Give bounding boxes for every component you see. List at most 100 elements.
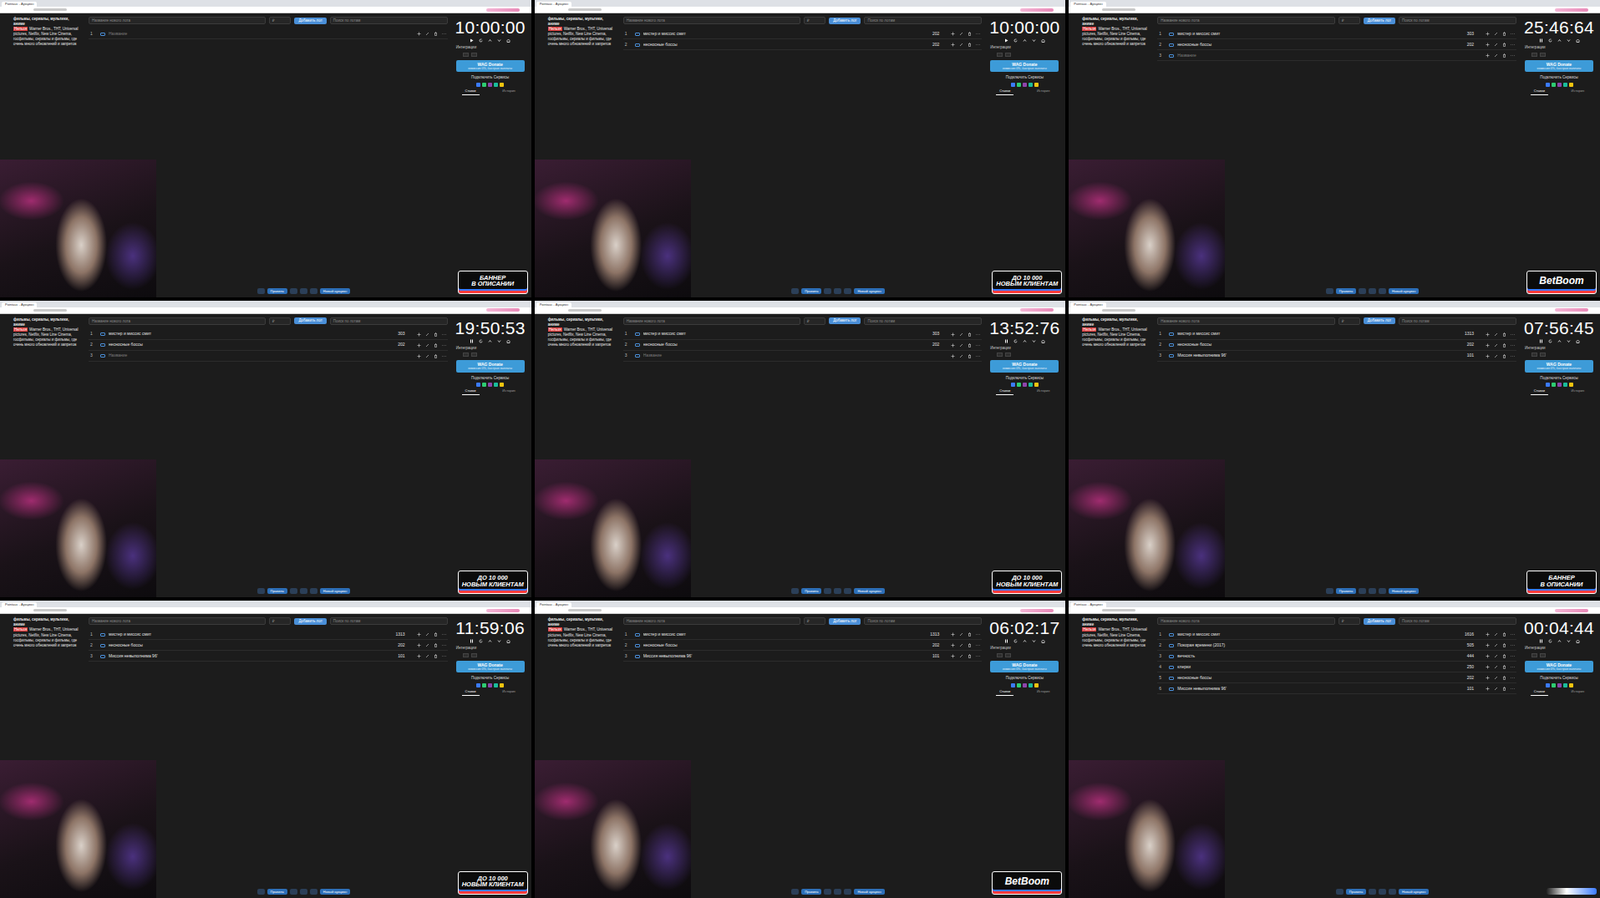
bid-tab[interactable]: История: [1033, 88, 1054, 96]
home-icon[interactable]: [1041, 639, 1046, 644]
new-lot-field[interactable]: Название нового лота: [88, 16, 266, 25]
search-field[interactable]: Поиск по лотам: [863, 617, 982, 625]
bid-tab[interactable]: Ставки: [995, 388, 1014, 396]
rules-button[interactable]: Правила: [267, 888, 288, 895]
more-icon[interactable]: [1510, 332, 1515, 337]
drag-handle-icon[interactable]: [1168, 332, 1174, 336]
settings-icon[interactable]: [257, 288, 265, 295]
trash-icon[interactable]: [1502, 632, 1507, 637]
plus-icon[interactable]: [416, 332, 422, 337]
service-icon[interactable]: [1034, 382, 1039, 387]
more-icon[interactable]: [975, 31, 981, 36]
up-icon[interactable]: [487, 339, 493, 344]
service-icon[interactable]: [1557, 82, 1562, 87]
edit-icon[interactable]: [959, 343, 964, 348]
new-auction-button[interactable]: Новый аукцион: [853, 888, 884, 895]
bid-tab[interactable]: История: [498, 689, 519, 696]
drag-handle-icon[interactable]: [1168, 633, 1174, 637]
down-icon[interactable]: [1566, 639, 1571, 644]
lot-name[interactable]: несносные боссы: [1177, 41, 1451, 49]
amount-field[interactable]: ₽: [269, 317, 291, 326]
edit-icon[interactable]: [425, 632, 430, 637]
donate-label[interactable]: WAG Donate: [1525, 361, 1593, 367]
drag-handle-icon[interactable]: [634, 655, 640, 659]
trash-icon[interactable]: [967, 343, 972, 348]
new-lot-field[interactable]: Название нового лота: [88, 617, 266, 625]
plus-icon[interactable]: [950, 354, 955, 359]
lot-name[interactable]: Покорая времени (2017): [1177, 642, 1451, 650]
reset-icon[interactable]: [478, 339, 483, 344]
edit-icon[interactable]: [959, 654, 964, 659]
new-lot-field[interactable]: Название нового лота: [623, 16, 801, 25]
edit-icon[interactable]: [1493, 332, 1499, 337]
connect-services[interactable]: Подключить Сервисы: [1539, 675, 1578, 682]
lot-name[interactable]: мистер и миссис смит: [108, 631, 382, 639]
toggle-box[interactable]: [1531, 52, 1538, 57]
drag-handle-icon[interactable]: [1168, 343, 1174, 347]
service-icon[interactable]: [1016, 82, 1021, 87]
plus-icon[interactable]: [1485, 42, 1490, 47]
trash-icon[interactable]: [1502, 53, 1507, 58]
tool-icon[interactable]: [289, 888, 298, 895]
lot-name[interactable]: Миссия невыполнима 96': [643, 653, 917, 661]
toggle-box[interactable]: [1539, 52, 1546, 57]
donate-label[interactable]: WAG Donate: [990, 61, 1058, 67]
reset-icon[interactable]: [478, 38, 483, 43]
service-icon[interactable]: [1563, 82, 1568, 87]
url-field[interactable]: [33, 8, 67, 11]
drag-handle-icon[interactable]: [100, 655, 106, 659]
trash-icon[interactable]: [1502, 654, 1507, 659]
drag-handle-icon[interactable]: [1168, 655, 1174, 659]
service-icon[interactable]: [476, 382, 481, 387]
amount-field[interactable]: ₽: [1338, 16, 1361, 25]
more-icon[interactable]: [1510, 53, 1515, 58]
service-icon[interactable]: [1551, 82, 1556, 87]
tool-icon[interactable]: [823, 888, 832, 895]
trash-icon[interactable]: [967, 632, 972, 637]
donate-button[interactable]: WAG Donateкомиссия 0%, быстрые выплаты: [456, 660, 525, 673]
plus-icon[interactable]: [1485, 354, 1490, 359]
service-icon[interactable]: [1569, 382, 1574, 387]
bid-tab[interactable]: История: [498, 88, 519, 96]
trash-icon[interactable]: [967, 354, 972, 359]
settings-icon[interactable]: [1335, 888, 1344, 895]
drag-handle-icon[interactable]: [1168, 676, 1174, 681]
tool-icon[interactable]: [1368, 288, 1377, 295]
bid-tab[interactable]: Ставки: [995, 88, 1014, 96]
edit-icon[interactable]: [959, 354, 964, 359]
tool-icon[interactable]: [1388, 888, 1397, 895]
plus-icon[interactable]: [1485, 632, 1490, 637]
add-lot-button[interactable]: Добавить лот: [1363, 17, 1396, 25]
bid-tab[interactable]: История: [1568, 88, 1589, 96]
new-auction-button[interactable]: Новый аукцион: [320, 288, 351, 295]
url-field[interactable]: [33, 309, 67, 312]
edit-icon[interactable]: [1493, 31, 1499, 36]
up-icon[interactable]: [1022, 38, 1027, 43]
plus-icon[interactable]: [416, 632, 422, 637]
home-icon[interactable]: [1575, 339, 1580, 344]
service-icon[interactable]: [1545, 382, 1550, 387]
rules-button[interactable]: Правила: [1346, 888, 1367, 895]
search-field[interactable]: Поиск по лотам: [1398, 617, 1517, 625]
settings-icon[interactable]: [1325, 588, 1334, 595]
service-icon[interactable]: [499, 683, 504, 688]
reset-icon[interactable]: [1548, 339, 1553, 344]
tool-icon[interactable]: [309, 888, 318, 895]
trash-icon[interactable]: [433, 332, 438, 337]
home-icon[interactable]: [506, 639, 511, 644]
more-icon[interactable]: [1510, 343, 1515, 348]
service-icon[interactable]: [487, 82, 493, 87]
service-icon[interactable]: [1545, 82, 1550, 87]
edit-icon[interactable]: [959, 632, 964, 637]
service-icon[interactable]: [1016, 683, 1021, 688]
rules-button[interactable]: Правила: [1335, 288, 1357, 295]
lot-name[interactable]: мистер и миссис смит: [643, 631, 917, 639]
url-field[interactable]: [568, 8, 602, 11]
lot-name[interactable]: несносные боссы: [108, 341, 382, 349]
bid-tab[interactable]: Ставки: [1530, 689, 1549, 696]
lot-name[interactable]: несносные боссы: [1177, 341, 1451, 349]
edit-icon[interactable]: [959, 31, 964, 36]
service-icon[interactable]: [1563, 382, 1568, 387]
edit-icon[interactable]: [1493, 654, 1499, 659]
more-icon[interactable]: [975, 354, 981, 359]
